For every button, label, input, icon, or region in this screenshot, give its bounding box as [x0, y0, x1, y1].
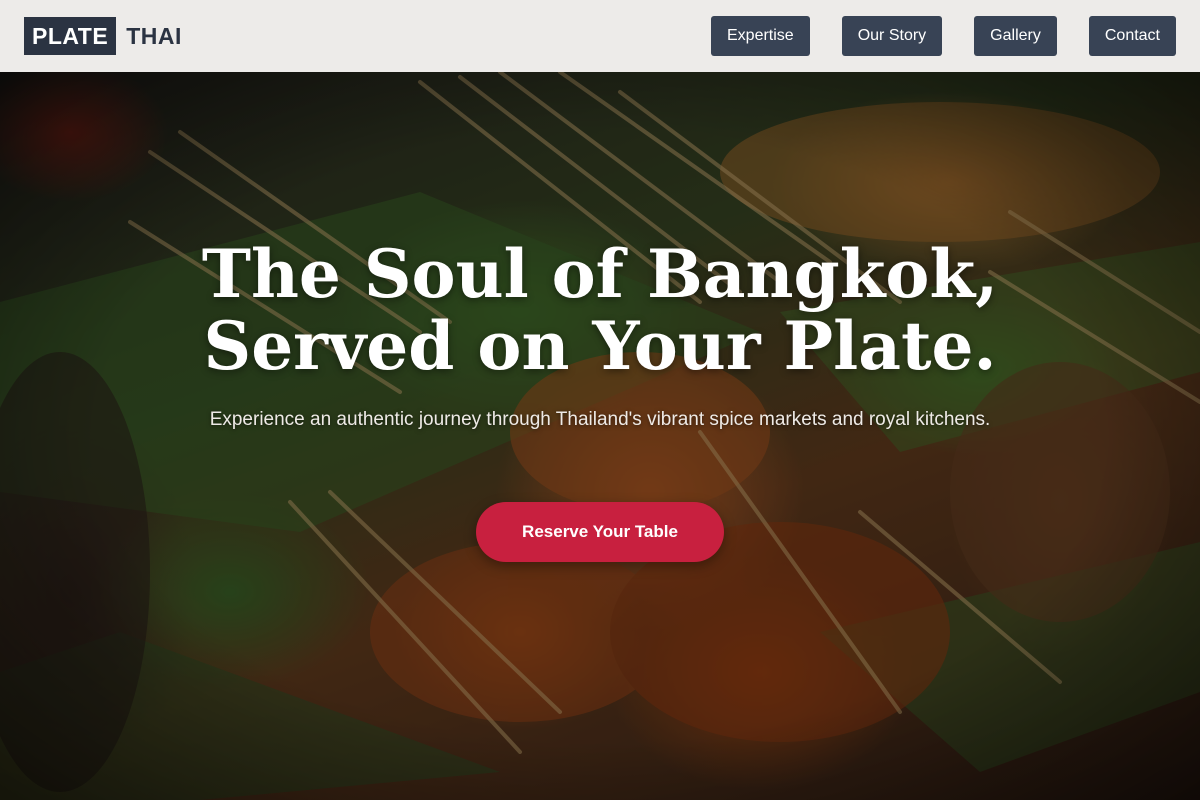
logo-word-text: THAI [126, 22, 182, 49]
hero-title: The Soul of Bangkok, Served on Your Plat… [0, 238, 1200, 382]
nav-expertise-button[interactable]: Expertise [711, 16, 810, 56]
logo-box-text: PLATE [24, 17, 117, 55]
hero-section: The Soul of Bangkok, Served on Your Plat… [0, 72, 1200, 800]
nav-contact-button[interactable]: Contact [1088, 16, 1176, 56]
hero-dark-overlay [0, 72, 1200, 800]
nav-our-story-button[interactable]: Our Story [841, 16, 943, 56]
hero-title-line-2: Served on Your Plate. [203, 307, 997, 385]
hero-subtitle: Experience an authentic journey through … [209, 409, 991, 430]
hero-title-line-1: The Soul of Bangkok, [201, 235, 999, 313]
nav-gallery-button[interactable]: Gallery [974, 16, 1057, 56]
main-nav: Expertise Our Story Gallery Contact [711, 16, 1176, 56]
brand-logo[interactable]: PLATE THAI [24, 17, 182, 55]
site-header: PLATE THAI Expertise Our Story Gallery C… [0, 0, 1200, 72]
reserve-table-button[interactable]: Reserve Your Table [476, 502, 724, 562]
